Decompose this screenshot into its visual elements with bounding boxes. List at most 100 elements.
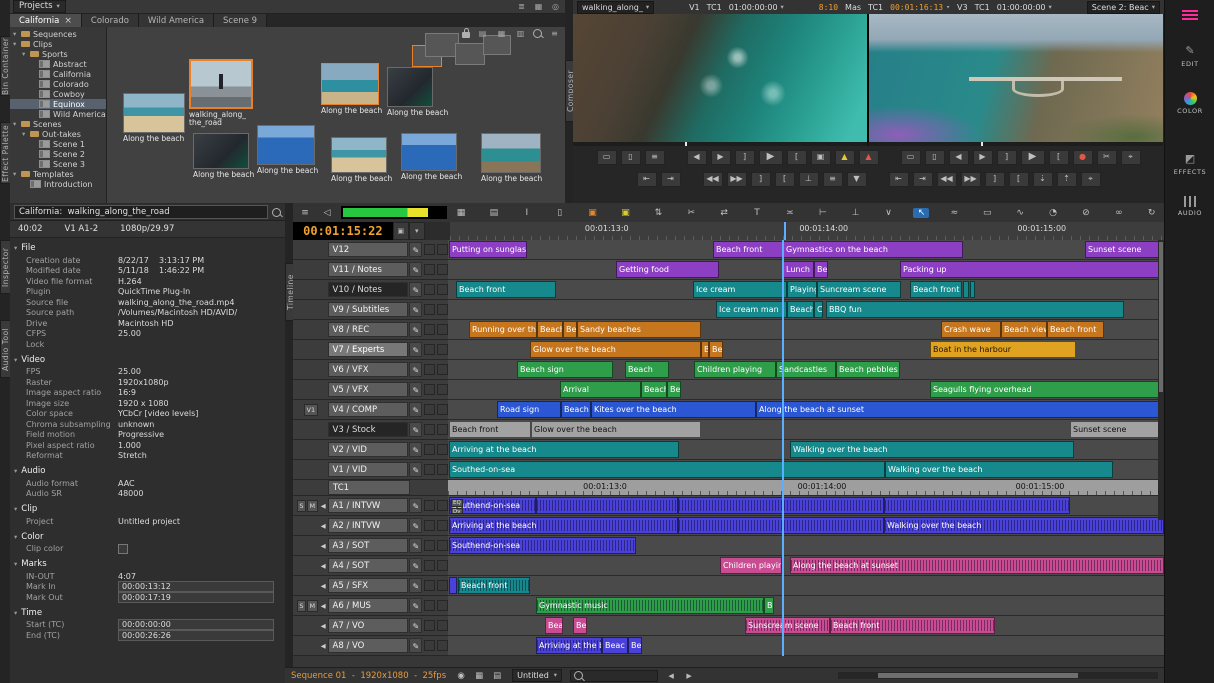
timeline-clip-beach[interactable]: Beach bbox=[625, 361, 669, 378]
track-lock-button[interactable] bbox=[437, 600, 448, 611]
record-monitor-label[interactable]: Mas bbox=[845, 3, 861, 12]
clip-thumbnail-along-the-beach[interactable] bbox=[321, 63, 379, 105]
track-name-v11[interactable]: V11 / Notes bbox=[328, 262, 409, 277]
clip-thumbnail-mini-11[interactable] bbox=[455, 43, 485, 65]
track-lock-button[interactable] bbox=[437, 344, 448, 355]
frame-view-icon[interactable]: ▦ bbox=[495, 29, 508, 38]
track-name-a7[interactable]: A7 / VO bbox=[328, 618, 409, 633]
track-lane-v6[interactable]: Beach signBeachChildren playingSandcastl… bbox=[448, 360, 1164, 380]
track-lock-button[interactable] bbox=[437, 404, 448, 415]
edit-pencil-icon[interactable]: ✎ bbox=[409, 342, 422, 357]
track-name-v6[interactable]: V6 / VFX bbox=[328, 362, 409, 377]
bin-settings-icon[interactable]: ◎ bbox=[549, 2, 562, 11]
timeline-clip-packing-up[interactable]: Packing up bbox=[900, 261, 1163, 278]
splice-mode-button[interactable]: ⇄ bbox=[716, 208, 732, 218]
track-monitor-button[interactable] bbox=[424, 620, 435, 631]
track-lock-button[interactable] bbox=[437, 500, 448, 511]
timeline-clip-arriving-at-the-beach[interactable]: Arriving at the beach bbox=[449, 441, 679, 458]
timeline-clip-a5-0[interactable] bbox=[449, 577, 457, 594]
search-input[interactable] bbox=[14, 205, 268, 219]
disclosure-triangle-icon[interactable]: ▾ bbox=[22, 50, 30, 58]
track-name-tc1[interactable]: TC1 bbox=[328, 480, 410, 495]
timeline-clip-getting-food[interactable]: Getting food bbox=[616, 261, 719, 278]
track-lane-v5[interactable]: ArrivalBeachBeSeagulls flying overhead bbox=[448, 380, 1164, 400]
track-badge-m[interactable]: M bbox=[307, 500, 318, 512]
timeline-clip-be[interactable]: Be bbox=[709, 341, 723, 358]
track-lock-button[interactable] bbox=[437, 620, 448, 631]
timeline-clip-seagulls-flying-overhead[interactable]: Seagulls flying overhead bbox=[930, 381, 1163, 398]
fast-forward-button[interactable]: ▶▶ bbox=[727, 172, 747, 187]
monitor-arrow-icon[interactable]: ◀ bbox=[319, 642, 328, 650]
property-field[interactable]: 00:00:00:00 bbox=[118, 619, 274, 630]
workspace-item-effects[interactable]: ◩EFFECTS bbox=[1165, 152, 1214, 176]
tree-item-scene-2[interactable]: Scene 2 bbox=[10, 149, 106, 159]
master-timecode-display[interactable]: 00:01:15:22 bbox=[293, 222, 393, 240]
track-panel-button[interactable]: ▦ bbox=[453, 208, 469, 218]
timeline-ruler[interactable]: 00:01:13:000:01:14:0000:01:15:00 bbox=[450, 222, 1164, 240]
tree-item-clips[interactable]: ▾Clips bbox=[10, 39, 106, 49]
timeline-clip-v10-6[interactable] bbox=[970, 281, 975, 298]
timeline-clip-walking-over-the-beach[interactable]: Walking over the beach bbox=[884, 517, 1164, 534]
timeline-clip-beach-front[interactable]: Beach front bbox=[449, 421, 531, 438]
timeline-clip-beach-view[interactable]: Beach view bbox=[1001, 321, 1047, 338]
timeline-clip-bbq-fun[interactable]: BBQ fun bbox=[826, 301, 1124, 318]
track-lane-v4[interactable]: Road signBeachKites over the beachAlong … bbox=[448, 400, 1164, 420]
patch-button[interactable]: ⇅ bbox=[650, 208, 666, 218]
timeline-clip-beach-pebbles[interactable]: Beach pebbles bbox=[836, 361, 900, 378]
timeline-clip-arrival[interactable]: Arrival bbox=[560, 381, 641, 398]
timeline-clip-sunset-scene[interactable]: Sunset scene bbox=[1070, 421, 1161, 438]
tab-close-icon[interactable]: × bbox=[64, 14, 72, 28]
monitor-arrow-icon[interactable]: ◀ bbox=[319, 622, 328, 630]
record-go-to-out-button[interactable]: ] bbox=[997, 150, 1017, 165]
disclosure-triangle-icon[interactable]: ▾ bbox=[13, 120, 21, 128]
speaker-icon[interactable]: ◁ bbox=[319, 208, 335, 218]
go-to-end-button[interactable]: ⇥ bbox=[661, 172, 681, 187]
track-lock-button[interactable] bbox=[437, 304, 448, 315]
tree-item-colorado[interactable]: Colorado bbox=[10, 79, 106, 89]
timeline-clip-kites-over-the-beach[interactable]: Kites over the beach bbox=[591, 401, 756, 418]
tree-item-out-takes[interactable]: ▾Out-takes bbox=[10, 129, 106, 139]
edit-pencil-icon[interactable]: ✎ bbox=[409, 442, 422, 457]
track-name-v10[interactable]: V10 / Notes bbox=[328, 282, 409, 297]
edit-pencil-icon[interactable]: ✎ bbox=[409, 578, 422, 593]
disclosure-triangle-icon[interactable]: ▾ bbox=[14, 609, 17, 617]
timeline-clip-beach-front[interactable]: Beach front bbox=[910, 281, 962, 298]
timeline-clip-sandcastles[interactable]: Sandcastles bbox=[776, 361, 836, 378]
monitor-arrow-icon[interactable]: ◀ bbox=[319, 542, 328, 550]
timeline-view-select[interactable]: Untitled ▾ bbox=[512, 669, 562, 682]
disclosure-triangle-icon[interactable]: ▾ bbox=[22, 130, 30, 138]
timeline-clip-be[interactable]: Be bbox=[563, 321, 577, 338]
property-field[interactable]: 00:00:26:26 bbox=[118, 630, 274, 641]
bin-menu-icon[interactable]: ≡ bbox=[548, 29, 561, 38]
source-timecode[interactable]: 01:00:00:00▾ bbox=[729, 3, 784, 12]
track-lane-v2[interactable]: Arriving at the beachWalking over the be… bbox=[448, 440, 1164, 460]
waveform-button[interactable]: ∿ bbox=[1012, 208, 1028, 218]
search-icon[interactable] bbox=[533, 29, 542, 38]
monitor-arrow-icon[interactable]: ◀ bbox=[319, 522, 328, 530]
timeline-clip-beach-front[interactable]: Beach front bbox=[713, 241, 783, 258]
tree-item-equinox[interactable]: Equinox bbox=[10, 99, 106, 109]
track-lane-v3[interactable]: Beach frontGlow over the beachSunset sce… bbox=[448, 420, 1164, 440]
workspace-menu-icon[interactable] bbox=[1182, 10, 1198, 22]
track-name-v4[interactable]: V4 / COMP bbox=[328, 402, 409, 417]
timeline-clip-walking-over-the-beach[interactable]: Walking over the beach bbox=[885, 461, 1113, 478]
edit-pencil-icon[interactable]: ✎ bbox=[409, 242, 422, 257]
timeline-clip-beach-sign[interactable]: Beach sign bbox=[517, 361, 613, 378]
track-lane-v10[interactable]: Beach frontIce creamPlayingSuncream scen… bbox=[448, 280, 1164, 300]
record-timecode-2[interactable]: 01:00:00:00▾ bbox=[997, 3, 1052, 12]
clip-thumbnail-along-the-beach[interactable] bbox=[331, 137, 387, 173]
timeline-clip-v10-5[interactable] bbox=[963, 281, 969, 298]
edit-pencil-icon[interactable]: ✎ bbox=[409, 558, 422, 573]
segment-mode-button[interactable]: ≈ bbox=[946, 208, 962, 218]
record-go-to-end-button[interactable]: ⇥ bbox=[913, 172, 933, 187]
workspace-item-audio[interactable]: AUDIO bbox=[1165, 196, 1214, 217]
timeline-clip-beach-front[interactable]: Beach front bbox=[456, 281, 556, 298]
track-monitor-button[interactable] bbox=[424, 424, 435, 435]
edit-pencil-icon[interactable]: ✎ bbox=[409, 362, 422, 377]
track-monitor-button[interactable] bbox=[424, 444, 435, 455]
timeline-search-box[interactable] bbox=[570, 670, 658, 682]
track-lane-a6[interactable]: Gymnastic musicB bbox=[448, 596, 1164, 616]
track-name-a1[interactable]: A1 / INTVW bbox=[328, 498, 409, 513]
record-play-button[interactable]: ▶ bbox=[1021, 150, 1045, 165]
cut-button[interactable]: ✂ bbox=[683, 208, 699, 218]
